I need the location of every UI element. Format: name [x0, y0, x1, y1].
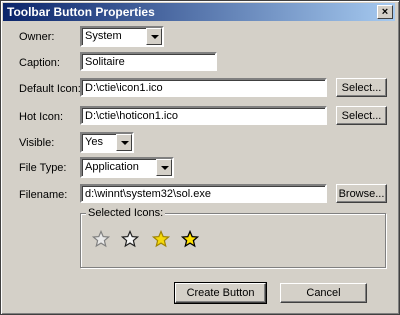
owner-label: Owner:	[19, 31, 55, 43]
file-type-label: File Type:	[19, 162, 67, 174]
filename-label: Filename:	[19, 189, 68, 201]
star-outline-grey-icon	[92, 230, 110, 248]
chevron-down-icon[interactable]	[116, 134, 132, 151]
caption-input[interactable]: Solitaire	[80, 52, 217, 71]
star-filled-yellow-icon	[152, 230, 170, 248]
default-icon-label: Default Icon:	[19, 83, 81, 95]
create-button[interactable]: Create Button	[174, 282, 267, 304]
visible-select[interactable]: Yes	[80, 132, 134, 153]
hot-icon-label: Hot Icon:	[19, 111, 64, 123]
chevron-down-icon[interactable]	[156, 159, 172, 176]
window-title: Toolbar Button Properties	[7, 5, 155, 19]
close-icon: ×	[381, 5, 389, 18]
chevron-down-icon[interactable]	[146, 28, 162, 45]
filename-browse-button[interactable]: Browse...	[336, 184, 387, 203]
visible-label: Visible:	[19, 137, 55, 149]
title-bar[interactable]: Toolbar Button Properties ×	[3, 3, 395, 21]
caption-label: Caption:	[19, 57, 60, 69]
file-type-select[interactable]: Application	[80, 157, 174, 178]
owner-value: System	[85, 30, 122, 42]
default-icon-select-button[interactable]: Select...	[336, 78, 387, 97]
default-icon-input[interactable]: D:\ctie\icon1.ico	[80, 78, 327, 97]
hot-icon-input[interactable]: D:\ctie\hoticon1.ico	[80, 106, 327, 125]
star-filled-yellow-hot-icon	[181, 230, 199, 248]
filename-input[interactable]: d:\winnt\system32\sol.exe	[80, 184, 327, 203]
visible-value: Yes	[85, 136, 103, 148]
selected-icons-label: Selected Icons:	[86, 207, 166, 219]
cancel-button[interactable]: Cancel	[280, 283, 367, 303]
file-type-value: Application	[85, 161, 139, 173]
close-button[interactable]: ×	[377, 5, 393, 19]
owner-select[interactable]: System	[80, 26, 164, 47]
hot-icon-select-button[interactable]: Select...	[336, 106, 387, 125]
star-outline-dark-icon	[121, 230, 139, 248]
